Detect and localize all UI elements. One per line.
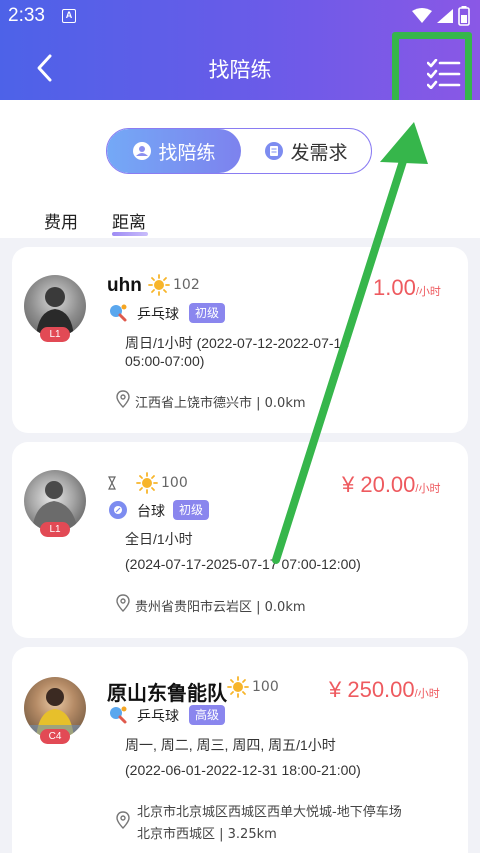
price-unit: /小时 <box>415 286 441 298</box>
billiards-icon <box>109 501 127 519</box>
level-badge: L1 <box>40 327 70 342</box>
battery-icon <box>458 6 470 26</box>
location-text-line2: 北京市西城区 | 3.25km <box>137 827 277 842</box>
score-value: 100 <box>161 475 188 491</box>
schedule-time: (2022-06-01-2022-12-31 18:00-21:00) <box>125 762 361 778</box>
sport-name: 乒乓球 <box>137 307 179 323</box>
score-value: 102 <box>173 277 200 293</box>
partner-card[interactable]: L1 100 ¥ 20.00/小时 台球 初级 全日/1小时 (2024-07-… <box>12 442 468 638</box>
schedule-time: 05:00-07:00) <box>125 353 205 369</box>
document-icon <box>265 142 284 160</box>
signal-icon <box>437 9 453 23</box>
wifi-icon <box>412 8 432 23</box>
tab-post-request[interactable]: 发需求 <box>241 129 371 173</box>
level-badge: C4 <box>40 729 70 744</box>
partner-name: uhn <box>107 275 142 296</box>
schedule-line: 周日/1小时 (2022-07-12-2022-07-13 <box>125 335 350 351</box>
tab-post-request-label: 发需求 <box>290 141 348 164</box>
tab-find-partner[interactable]: 找陪练 <box>107 129 241 173</box>
page-title: 找陪练 <box>208 58 272 82</box>
tab-find-partner-label: 找陪练 <box>158 141 216 164</box>
checklist-icon <box>427 59 461 89</box>
price-value: 1.00/小时 <box>373 275 441 300</box>
location-text: 北京市北京城区西城区西单大悦城-地下停车场 <box>137 805 402 820</box>
back-arrow-icon[interactable] <box>30 50 60 86</box>
skill-badge: 初级 <box>173 500 210 520</box>
skill-badge: 初级 <box>189 303 226 323</box>
price-value: ¥ 20.00/小时 <box>342 472 441 497</box>
location-text: 贵州省贵阳市云岩区 | 0.0km <box>135 600 306 615</box>
sport-name: 台球 <box>137 504 165 520</box>
sun-icon <box>148 274 170 296</box>
sort-tab-fee[interactable]: 费用 <box>44 208 78 233</box>
price-unit: /小时 <box>415 483 441 495</box>
location-text: 江西省上饶市德兴市 | 0.0km <box>135 396 306 411</box>
partner-card[interactable]: C4 原山东鲁能队 100 ¥ 250.00/小时 乒乓球 高级 周一, 周二,… <box>12 647 468 853</box>
price-unit: /小时 <box>414 688 440 700</box>
skill-badge: 高级 <box>189 705 226 725</box>
score-value: 100 <box>252 679 279 695</box>
sun-icon <box>227 676 249 698</box>
schedule-time: (2024-07-17-2025-07-17 07:00-12:00) <box>125 556 361 572</box>
hourglass-icon <box>108 476 116 490</box>
schedule-line: 周一, 周二, 周三, 周四, 周五/1小时 <box>125 737 336 753</box>
active-tab-indicator <box>112 232 148 236</box>
ping-pong-icon <box>110 706 127 724</box>
sport-name: 乒乓球 <box>137 709 179 725</box>
partner-name: 原山东鲁能队 <box>107 683 227 705</box>
price-value: ¥ 250.00/小时 <box>329 677 440 702</box>
location-pin-icon <box>116 594 130 612</box>
sort-tab-distance[interactable]: 距离 <box>112 208 146 233</box>
location-pin-icon <box>116 811 130 829</box>
status-time: 2:33 <box>8 5 45 26</box>
schedule-line: 全日/1小时 <box>125 531 193 547</box>
partner-card[interactable]: L1 uhn 102 1.00/小时 乒乓球 初级 周日/1小时 (2022-0… <box>12 247 468 433</box>
partner-icon <box>133 142 152 160</box>
mode-toggle: 找陪练 发需求 <box>106 128 372 174</box>
ping-pong-icon <box>110 304 127 322</box>
status-bar: 2:33 A <box>0 0 480 34</box>
notification-a-icon: A <box>62 9 76 23</box>
location-pin-icon <box>116 390 130 408</box>
level-badge: L1 <box>40 522 70 537</box>
sun-icon <box>136 472 158 494</box>
